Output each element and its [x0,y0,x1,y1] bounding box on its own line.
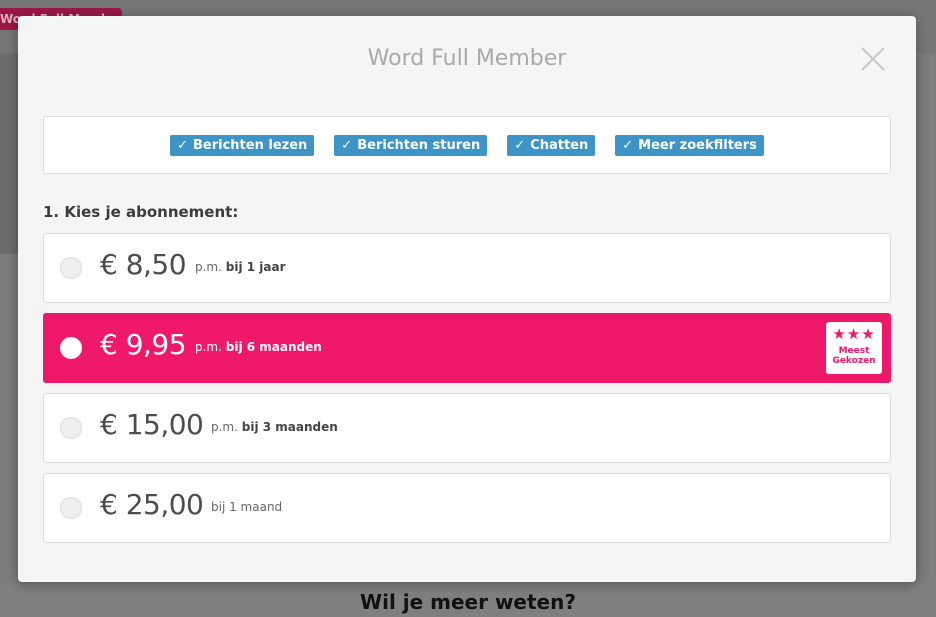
badge-label-line2: Gekozen [832,356,876,366]
plan-radio[interactable] [60,337,82,359]
background-left-panel [0,54,20,254]
subscription-section-label: 1. Kies je abonnement: [43,203,239,221]
plan-radio[interactable] [60,257,82,279]
modal-title: Word Full Member [367,46,567,71]
check-icon: ✓ [341,137,353,153]
membership-modal: Word Full Member ✓ Berichten lezen ✓ Beric… [18,16,916,582]
feature-badge-chat: ✓ Chatten [507,134,596,156]
plan-option-1-month[interactable]: € 25,00 bij 1 maand [43,473,891,543]
background-footer-title: Wil je meer weten? [360,590,576,614]
badge-label-line1: Meest [838,346,870,356]
plan-price: € 8,50 [100,248,187,281]
feature-badge-send-messages: ✓ Berichten sturen [334,134,488,156]
plan-term: p.m. bij 6 maanden [195,340,322,354]
feature-badge-search-filters: ✓ Meer zoekfilters [615,134,764,156]
star-icon: ★★★ [832,325,876,343]
plan-option-3-months[interactable]: € 15,00 p.m. bij 3 maanden [43,393,891,463]
check-icon: ✓ [514,137,526,153]
plan-radio[interactable] [60,417,82,439]
close-button[interactable] [860,46,890,74]
check-icon: ✓ [177,137,188,153]
close-icon [861,47,885,71]
plan-price: € 25,00 [100,488,204,521]
plan-term: bij 1 maand [211,500,283,514]
plan-radio[interactable] [60,497,82,519]
plan-price: € 15,00 [100,408,204,441]
most-chosen-badge: ★★★ Meest Gekozen [826,322,882,374]
plan-option-1-year[interactable]: € 8,50 p.m. bij 1 jaar [43,233,891,303]
check-icon: ✓ [622,137,634,153]
plan-price: € 9,95 [100,328,187,361]
feature-list: ✓ Berichten lezen ✓ Berichten sturen ✓ Chat… [43,116,891,174]
plan-term: p.m. bij 1 jaar [195,260,286,274]
plan-term: p.m. bij 3 maanden [211,420,338,434]
feature-badge-read-messages: ✓ Berichten lezen [170,134,315,156]
plan-option-6-months[interactable]: € 9,95 p.m. bij 6 maanden ★★★ Meest Geko… [43,313,891,383]
